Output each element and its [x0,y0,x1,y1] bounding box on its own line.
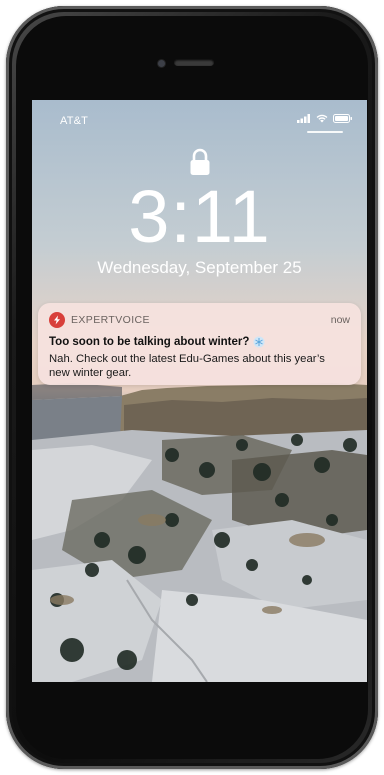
status-icons [297,114,353,123]
wifi-icon [316,114,328,123]
notification-app-name: EXPERTVOICE [71,314,150,326]
notification-header: EXPERTVOICE now [49,312,350,328]
signal-bars-icon [297,114,310,123]
front-camera [158,60,165,67]
notification-body: Nah. Check out the latest Edu-Games abou… [49,353,325,379]
lock-screen-time: 3:11 [128,175,271,258]
battery-icon [333,114,352,123]
lightning-bolt-icon [49,312,65,328]
snowflake-icon [253,336,265,348]
notification-card[interactable]: EXPERTVOICE now Too soon to be talking a… [38,303,361,385]
control-center-indicator[interactable] [307,131,343,133]
notification-title: Too soon to be talking about winter? [49,336,250,348]
notification-title-row: Too soon to be talking about winter? [49,336,350,348]
carrier-label: AT&T [60,115,89,127]
padlock-icon [190,148,210,175]
lock-screen: AT&T 3:11 Wednesday, September 25 EXPERT… [32,100,367,682]
earpiece-speaker [174,59,214,66]
notification-time: now [330,314,350,326]
lock-screen-date: Wednesday, September 25 [97,258,302,277]
